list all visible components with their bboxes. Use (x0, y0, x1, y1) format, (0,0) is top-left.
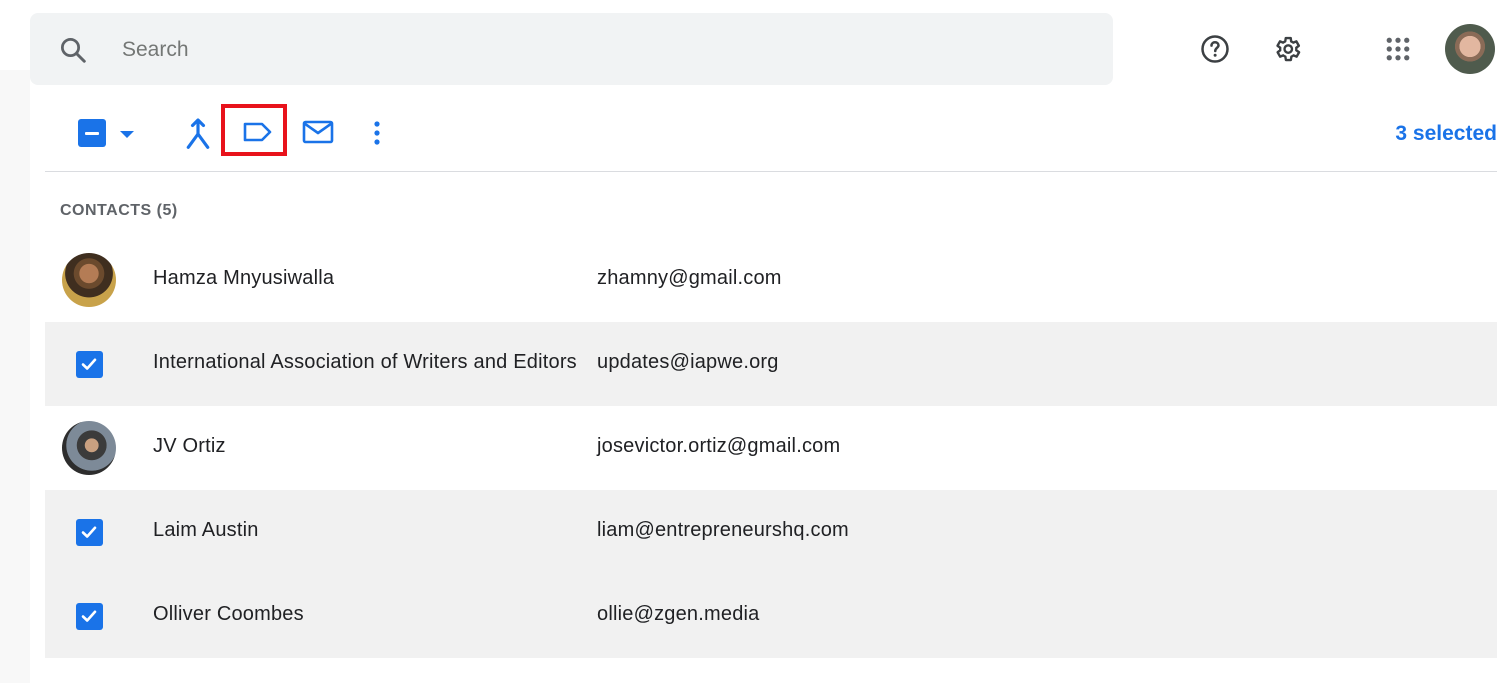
avatar (62, 253, 116, 307)
contact-row[interactable]: Hamza Mnyusiwalla zhamny@gmail.com (45, 238, 1497, 322)
selection-toolbar: 3 selected (45, 100, 1499, 170)
selected-count: 3 selected (1395, 122, 1497, 145)
help-icon[interactable] (1200, 34, 1230, 64)
contact-list: Hamza Mnyusiwalla zhamny@gmail.com Inter… (45, 238, 1497, 658)
chevron-down-icon[interactable] (117, 124, 137, 144)
row-checkbox[interactable] (62, 589, 116, 643)
contact-row[interactable]: Olliver Coombes ollie@zgen.media (45, 574, 1497, 658)
contact-email: zhamny@gmail.com (597, 267, 782, 289)
contact-avatar[interactable] (62, 253, 116, 307)
gear-icon[interactable] (1272, 34, 1302, 64)
contact-email: updates@iapwe.org (597, 351, 779, 373)
email-icon[interactable] (301, 117, 335, 147)
contact-row[interactable]: JV Ortiz josevictor.ortiz@gmail.com (45, 406, 1497, 490)
checkbox-checked-icon (75, 518, 103, 546)
account-avatar[interactable] (1445, 24, 1495, 74)
avatar (62, 421, 116, 475)
contact-name: Hamza Mnyusiwalla (153, 267, 335, 289)
search-input[interactable] (120, 31, 1024, 69)
contact-email: liam@entrepreneurshq.com (597, 519, 849, 541)
contact-name: Laim Austin (153, 519, 259, 541)
contact-email: josevictor.ortiz@gmail.com (597, 435, 841, 457)
more-vert-icon[interactable] (367, 118, 387, 148)
left-gutter (0, 70, 30, 683)
checkbox-checked-icon (75, 350, 103, 378)
label-icon[interactable] (239, 117, 275, 147)
contact-email: ollie@zgen.media (597, 603, 760, 625)
row-checkbox[interactable] (62, 505, 116, 559)
checkbox-indeterminate-bar (85, 131, 99, 135)
contact-row[interactable]: International Association of Writers and… (45, 322, 1497, 406)
divider (45, 171, 1497, 172)
merge-icon[interactable] (183, 117, 213, 151)
contact-name: International Association of Writers and… (153, 351, 577, 373)
contact-row[interactable]: Laim Austin liam@entrepreneurshq.com (45, 490, 1497, 574)
contact-avatar[interactable] (62, 421, 116, 475)
row-checkbox[interactable] (62, 337, 116, 391)
section-heading: CONTACTS (5) (60, 202, 178, 219)
contact-name: Olliver Coombes (153, 603, 304, 625)
contact-name: JV Ortiz (153, 435, 226, 457)
search-bar[interactable] (30, 13, 1113, 85)
search-icon[interactable] (58, 35, 88, 65)
checkbox-checked-icon (75, 602, 103, 630)
select-partial-checkbox[interactable] (78, 119, 106, 147)
apps-grid-icon[interactable] (1383, 34, 1413, 64)
